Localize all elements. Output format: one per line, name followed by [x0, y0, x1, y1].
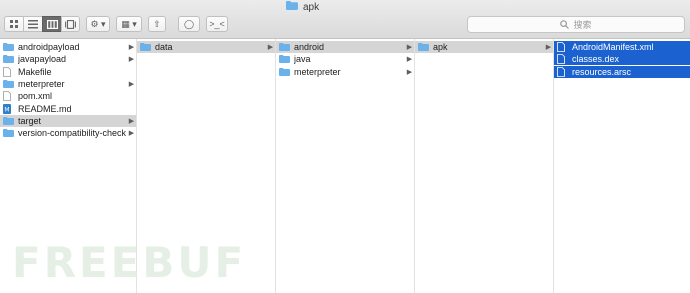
column-5[interactable]: AndroidManifest.xml classes.dex resources.…: [554, 39, 690, 293]
chevron-right-icon: ▶: [128, 44, 135, 51]
column-view-button[interactable]: [42, 16, 61, 32]
icon-view-button[interactable]: [4, 16, 23, 32]
search-placeholder: 搜索: [573, 20, 592, 30]
svg-text:M: M: [4, 106, 9, 113]
chevron-right-icon: ▶: [128, 130, 135, 138]
chevron-right-icon: ▶: [545, 44, 552, 51]
terminal-icon: >_<: [209, 19, 225, 29]
chevron-right-icon: ▶: [128, 117, 135, 125]
column-3[interactable]: android ▶ java ▶ meterpreter ▶: [276, 39, 415, 293]
share-icon: ⇧: [153, 18, 161, 29]
gallery-view-button[interactable]: [61, 16, 80, 32]
list-item[interactable]: apk ▶: [415, 41, 553, 53]
file-icon: [3, 91, 14, 102]
folder-icon: [286, 1, 298, 13]
folder-icon: [3, 43, 14, 52]
item-name: javapayload: [18, 54, 67, 65]
list-item[interactable]: java ▶: [276, 53, 414, 65]
terminal-button[interactable]: >_<: [206, 16, 228, 32]
tag-button[interactable]: ◯: [178, 16, 200, 32]
file-icon: [557, 54, 568, 65]
window-title-text: apk: [303, 1, 320, 13]
item-name: android: [294, 42, 325, 52]
grid-icon: [9, 19, 18, 28]
folder-icon: [3, 55, 14, 64]
folder-icon: [279, 67, 290, 76]
folder-icon: [279, 43, 290, 52]
item-name: meterpreter: [18, 78, 65, 89]
list-item[interactable]: M README.md: [0, 103, 136, 115]
folder-icon: [3, 129, 14, 138]
window-title: apk: [286, 0, 319, 14]
list-item[interactable]: data ▶: [137, 41, 275, 53]
tag-icon: ◯: [183, 18, 195, 29]
item-name: Makefile: [18, 66, 52, 77]
chevron-right-icon: ▶: [128, 80, 135, 88]
list-item[interactable]: target ▶: [0, 114, 136, 127]
gear-icon: ⚙ ▾: [90, 18, 106, 29]
folder-icon: [279, 55, 290, 64]
item-name: resources.arsc: [572, 66, 632, 77]
list-item[interactable]: javapayload ▶: [0, 53, 136, 65]
chevron-right-icon: ▶: [406, 56, 413, 64]
item-name: data: [155, 42, 173, 52]
search-field[interactable]: 搜索: [467, 16, 685, 33]
item-name: target: [18, 115, 42, 126]
item-name: classes.dex: [572, 54, 620, 65]
item-name: version-compatibility-check: [18, 128, 127, 139]
columns-icon: [46, 19, 58, 29]
list-item[interactable]: Makefile: [0, 66, 136, 78]
item-name: README.md: [18, 103, 72, 114]
arrange-menu-button[interactable]: ▦ ▾: [116, 16, 142, 32]
gallery-icon: [65, 19, 76, 29]
file-icon: [557, 42, 568, 52]
view-mode-switcher[interactable]: [4, 16, 80, 32]
item-name: java: [294, 54, 311, 65]
list-item[interactable]: resources.arsc: [554, 65, 690, 78]
markdown-file-icon: M: [3, 103, 14, 114]
item-name: androidpayload: [18, 42, 80, 52]
arrange-icon: ▦ ▾: [121, 18, 137, 29]
list-item[interactable]: version-compatibility-check ▶: [0, 127, 136, 139]
folder-icon: [3, 79, 14, 88]
list-item[interactable]: android ▶: [276, 41, 414, 53]
folder-icon: [140, 43, 151, 52]
chevron-right-icon: ▶: [406, 44, 413, 51]
folder-icon: [3, 116, 14, 125]
list-item[interactable]: AndroidManifest.xml: [554, 41, 690, 53]
item-name: meterpreter: [294, 66, 341, 77]
search-icon: [560, 20, 570, 29]
item-name: pom.xml: [18, 91, 53, 102]
file-icon: [3, 66, 14, 77]
window-titlebar: apk ⚙ ▾ ▦ ▾ ⇧ ◯ >_< 搜索: [0, 0, 690, 39]
chevron-right-icon: ▶: [406, 68, 413, 76]
share-button[interactable]: ⇧: [148, 16, 166, 32]
item-name: AndroidManifest.xml: [572, 42, 654, 52]
chevron-right-icon: ▶: [128, 56, 135, 64]
freebuf-watermark: FREEBUF: [12, 238, 247, 287]
column-4[interactable]: apk ▶: [415, 39, 554, 293]
list-icon: [28, 19, 38, 28]
list-item[interactable]: classes.dex: [554, 53, 690, 66]
list-item[interactable]: pom.xml: [0, 90, 136, 102]
folder-icon: [418, 43, 429, 52]
list-view-button[interactable]: [23, 16, 42, 32]
list-item[interactable]: androidpayload ▶: [0, 41, 136, 53]
list-item[interactable]: meterpreter ▶: [276, 66, 414, 78]
list-item[interactable]: meterpreter ▶: [0, 78, 136, 90]
item-name: apk: [433, 42, 448, 52]
action-menu-button[interactable]: ⚙ ▾: [86, 16, 110, 32]
chevron-right-icon: ▶: [267, 44, 274, 51]
file-icon: [557, 66, 568, 77]
